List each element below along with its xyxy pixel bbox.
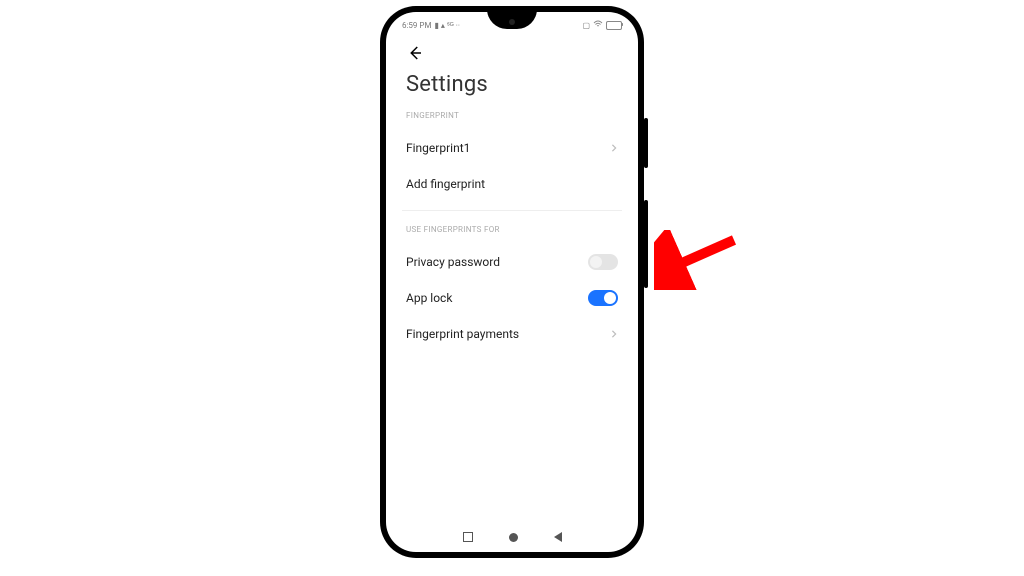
row-fingerprint1[interactable]: Fingerprint1 [406,130,618,166]
toggle-privacy-password[interactable] [588,254,618,270]
row-add-fingerprint[interactable]: Add fingerprint [406,166,618,202]
row-label: App lock [406,291,452,305]
phone-power-button [644,200,648,288]
row-label: Add fingerprint [406,177,485,191]
page-title: Settings [406,72,618,97]
status-indicators: ▮ ▴ ⁵ᴳ ·· [434,21,459,30]
toggle-app-lock[interactable] [588,290,618,306]
row-fingerprint-payments[interactable]: Fingerprint payments [406,316,618,352]
chevron-right-icon [610,141,618,155]
phone-screen: 6:59 PM ▮ ▴ ⁵ᴳ ·· ▢ Settings FINGERPRINT [386,12,638,552]
chevron-right-icon [610,327,618,341]
section-label-fingerprint: FINGERPRINT [406,111,618,120]
battery-icon [606,21,622,30]
row-app-lock[interactable]: App lock [406,280,618,316]
wifi-icon [593,20,603,30]
back-button[interactable] [406,44,618,62]
section-divider [402,210,622,211]
nav-back-icon[interactable] [554,532,562,542]
status-time: 6:59 PM [402,21,431,30]
row-label: Fingerprint1 [406,141,470,155]
row-privacy-password[interactable]: Privacy password [406,244,618,280]
nav-recent-icon[interactable] [463,532,473,542]
arrow-left-icon [406,44,424,62]
nav-home-icon[interactable] [509,533,518,542]
section-label-use-for: USE FINGERPRINTS FOR [406,225,618,234]
phone-volume-button [644,118,648,168]
row-label: Privacy password [406,255,500,269]
phone-frame: 6:59 PM ▮ ▴ ⁵ᴳ ·· ▢ Settings FINGERPRINT [380,6,644,558]
row-label: Fingerprint payments [406,327,519,341]
android-nav-bar [386,528,638,546]
vibrate-icon: ▢ [582,21,590,30]
annotation-arrow-icon [654,230,744,290]
